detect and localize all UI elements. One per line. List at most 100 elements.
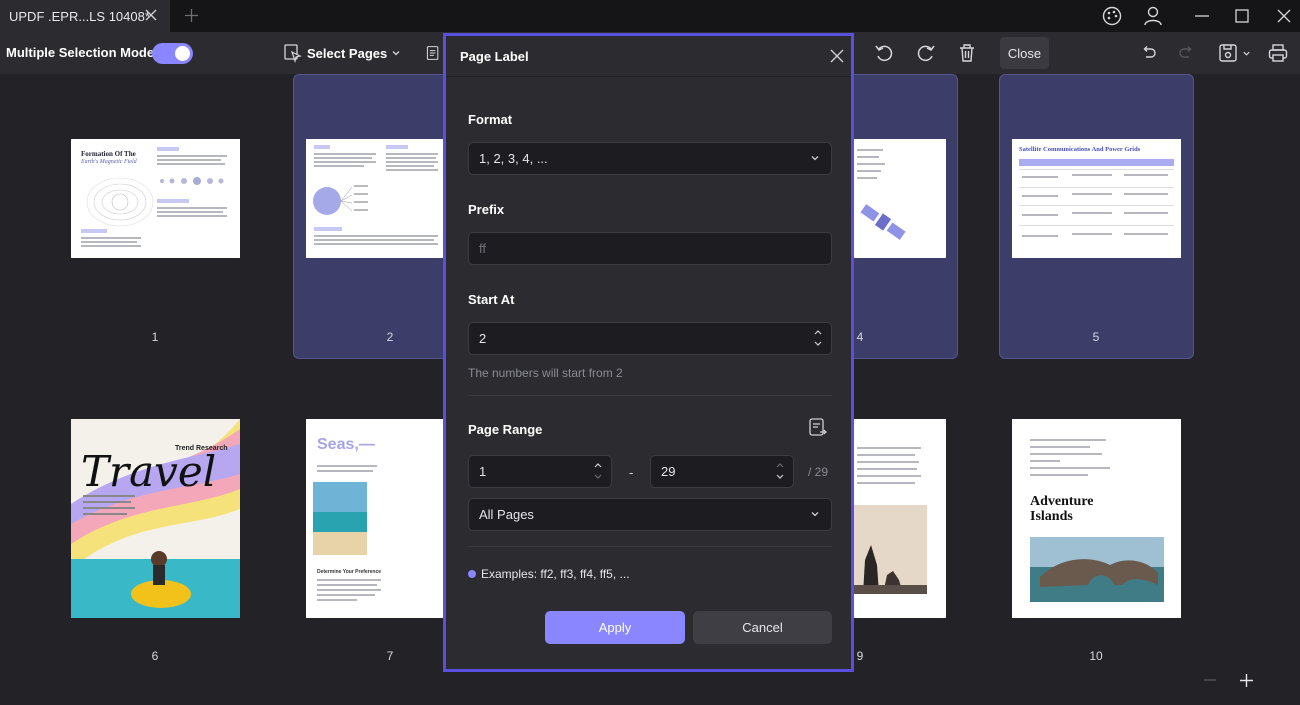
chevron-down-icon[interactable]	[813, 340, 823, 348]
palette-icon[interactable]	[1092, 0, 1132, 32]
text-line	[1072, 193, 1112, 195]
format-select[interactable]: 1, 2, 3, 4, ...	[468, 142, 832, 175]
satellite-figure	[860, 204, 906, 240]
diagram-figure	[313, 185, 368, 215]
text-line	[1030, 453, 1102, 455]
undo-icon[interactable]	[1137, 42, 1161, 64]
page-thumbnail-7[interactable]: Seas,— Determine Your Preference	[306, 419, 445, 618]
close-button[interactable]: Close	[1000, 37, 1049, 69]
stepper-arrows[interactable]	[775, 461, 785, 481]
stepper-arrows[interactable]	[813, 328, 823, 348]
chevron-up-icon[interactable]	[593, 461, 603, 469]
text-line	[857, 156, 879, 158]
text-line	[83, 507, 135, 509]
redo-icon[interactable]	[1174, 42, 1198, 64]
select-pages-dropdown[interactable]: Select Pages	[283, 42, 401, 64]
trash-icon[interactable]	[955, 42, 979, 64]
page-7-caption: Determine Your Preference	[317, 569, 382, 575]
multiple-selection-toggle[interactable]	[152, 43, 193, 64]
page-number-7: 7	[386, 649, 394, 663]
page-number-2: 2	[386, 330, 394, 344]
text-line	[157, 207, 227, 209]
page-thumbnail-5[interactable]: Satellite Communications And Power Grids	[1012, 139, 1181, 258]
cancel-button[interactable]: Cancel	[693, 611, 832, 644]
text-line	[857, 447, 921, 449]
dialog-header-divider	[446, 76, 851, 77]
page-1-subtitle: Earth's Magnetic Field	[81, 159, 137, 165]
page-label-icon[interactable]	[425, 42, 441, 64]
document-tab[interactable]: UPDF .EPR...LS 10408*	[0, 0, 170, 32]
zoom-out-icon[interactable]	[1198, 668, 1222, 692]
text-line	[317, 465, 377, 467]
text-line	[81, 245, 141, 247]
text-line	[317, 579, 381, 581]
chevron-down-icon[interactable]	[593, 473, 603, 481]
chevron-up-icon[interactable]	[775, 461, 785, 469]
stepper-arrows[interactable]	[593, 461, 603, 481]
text-line	[1030, 439, 1106, 441]
chevron-down-icon[interactable]	[775, 473, 785, 481]
text-line	[857, 170, 881, 172]
text-line	[1124, 193, 1168, 195]
close-icon[interactable]	[140, 4, 162, 26]
apply-button[interactable]: Apply	[545, 611, 685, 644]
page-thumbnail-6[interactable]: Trend Research Travel	[71, 419, 240, 618]
maximize-icon[interactable]	[1222, 0, 1262, 32]
chevron-down-icon	[811, 156, 819, 161]
text-line	[314, 153, 376, 155]
page-thumbnail-1[interactable]: Formation Of The Earth's Magnetic Field	[71, 139, 240, 258]
save-dropdown[interactable]	[1214, 42, 1254, 64]
page-1-title: Formation Of The	[81, 150, 136, 158]
range-subset-value: All Pages	[479, 507, 534, 522]
text-line	[386, 165, 434, 167]
start-at-label: Start At	[468, 292, 515, 307]
start-at-stepper[interactable]: 2	[468, 322, 832, 355]
page-number-5: 5	[1092, 330, 1100, 344]
range-subset-select[interactable]: All Pages	[468, 498, 832, 531]
page-thumbnail-9[interactable]	[853, 419, 946, 618]
text-line	[157, 147, 179, 151]
text-line	[314, 235, 438, 237]
text-line	[857, 177, 877, 179]
text-line	[1030, 446, 1090, 448]
zoom-in-icon[interactable]	[1234, 668, 1258, 692]
text-line	[857, 482, 915, 484]
range-separator: -	[629, 465, 634, 480]
text-line	[386, 161, 438, 163]
text-line	[314, 243, 438, 245]
range-from-stepper[interactable]: 1	[468, 455, 612, 488]
text-line	[386, 157, 436, 159]
user-icon[interactable]	[1133, 0, 1173, 32]
text-line	[81, 237, 141, 239]
window-close-icon[interactable]	[1264, 0, 1300, 32]
minimize-icon[interactable]	[1182, 0, 1222, 32]
bullet-dot-icon	[468, 570, 476, 578]
range-to-stepper[interactable]: 29	[650, 455, 794, 488]
text-line	[83, 495, 135, 497]
range-total: / 29	[808, 465, 829, 479]
page-thumbnail-2[interactable]	[306, 139, 445, 258]
chevron-up-icon[interactable]	[813, 328, 823, 336]
rotate-left-icon[interactable]	[872, 42, 896, 64]
text-line	[157, 215, 227, 217]
text-line	[386, 145, 408, 149]
text-line	[317, 599, 357, 601]
plus-icon[interactable]	[180, 4, 202, 26]
page-thumbnail-4[interactable]	[853, 139, 946, 258]
rotate-right-icon[interactable]	[914, 42, 938, 64]
close-icon[interactable]	[826, 45, 848, 67]
text-line	[317, 589, 381, 591]
text-line	[857, 454, 915, 456]
page-range-settings-icon[interactable]	[808, 417, 830, 439]
start-at-hint: The numbers will start from 2	[468, 366, 623, 380]
table-divider	[1019, 225, 1174, 226]
dialog-title: Page Label	[460, 49, 529, 64]
page-10-title: Adventure Islands	[1030, 494, 1094, 524]
print-icon[interactable]	[1266, 41, 1290, 65]
prefix-input[interactable]: ff	[468, 232, 832, 265]
text-line	[157, 199, 189, 203]
document-tab-title: UPDF .EPR...LS 10408*	[9, 8, 150, 24]
page-thumbnail-10[interactable]: Adventure Islands	[1012, 419, 1181, 618]
text-line	[1022, 176, 1058, 178]
rock-photo	[853, 505, 927, 594]
